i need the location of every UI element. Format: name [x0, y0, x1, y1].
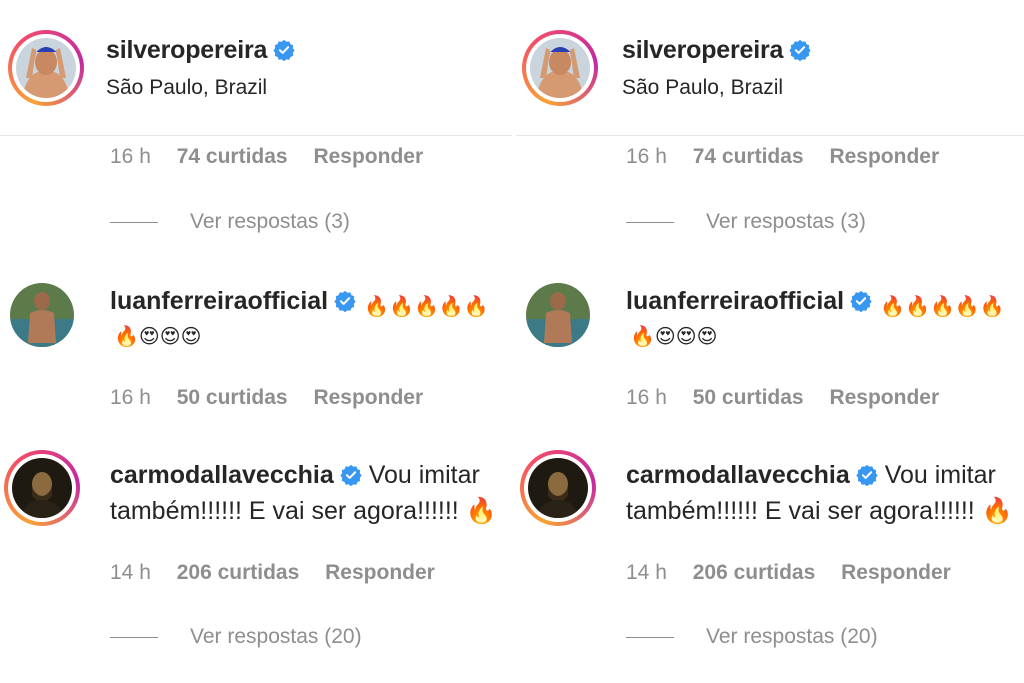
author-avatar[interactable]	[8, 30, 84, 106]
comment-meta: 16 h 50 curtidas Responder	[110, 386, 443, 410]
reply-button[interactable]: Responder	[829, 386, 939, 409]
author-username[interactable]: silveropereira	[106, 36, 295, 65]
commenter-avatar[interactable]	[4, 450, 80, 526]
screenshot-panel-left: silveropereira São Paulo, Brazil 16 h 74…	[0, 0, 512, 683]
replies-divider	[626, 636, 674, 638]
view-replies-button[interactable]: Ver respostas (3)	[626, 210, 866, 234]
comment-time: 16 h	[626, 145, 667, 168]
comment-likes[interactable]: 206 curtidas	[177, 561, 300, 584]
comment-meta: 16 h 50 curtidas Responder	[626, 386, 959, 410]
author-avatar[interactable]	[522, 30, 598, 106]
comment-time: 16 h	[110, 386, 151, 409]
comment-meta: 14 h 206 curtidas Responder	[626, 561, 971, 585]
replies-divider	[626, 221, 674, 223]
verified-badge-icon	[789, 39, 811, 61]
replies-divider	[110, 221, 158, 223]
author-username[interactable]: silveropereira	[622, 36, 811, 65]
comment-time: 16 h	[626, 386, 667, 409]
post-location[interactable]: São Paulo, Brazil	[622, 76, 783, 100]
comment-likes[interactable]: 50 curtidas	[177, 386, 288, 409]
comment-time: 14 h	[110, 561, 151, 584]
post-header: silveropereira São Paulo, Brazil	[0, 0, 512, 136]
commenter-username[interactable]: carmodallavecchia	[626, 461, 850, 489]
reply-button[interactable]: Responder	[313, 145, 423, 168]
comment-text: Vou imitar	[884, 461, 996, 489]
fire-icon: 🔥🔥🔥🔥🔥	[364, 296, 489, 318]
comment-text: Vou imitar	[368, 461, 480, 489]
comment-emojis: 🔥😍😍😍	[630, 326, 718, 348]
fire-icon: 🔥🔥🔥🔥🔥	[880, 296, 1005, 318]
commenter-username[interactable]: luanferreiraofficial	[110, 287, 328, 315]
comment-meta: 16 h 74 curtidas Responder	[626, 145, 959, 169]
comment-emojis: 🔥😍😍😍	[114, 326, 202, 348]
replies-divider	[110, 636, 158, 638]
view-replies-button[interactable]: Ver respostas (20)	[626, 625, 878, 649]
comment-meta: 16 h 74 curtidas Responder	[110, 145, 443, 169]
comment-likes[interactable]: 74 curtidas	[177, 145, 288, 168]
comment-time: 16 h	[110, 145, 151, 168]
comment-text: também!!!!!! E vai ser agora!!!!!! 🔥	[110, 497, 497, 525]
reply-button[interactable]: Responder	[829, 145, 939, 168]
comment-time: 14 h	[626, 561, 667, 584]
comment-body: carmodallavecchia Vou imitar	[110, 461, 480, 490]
verified-badge-icon	[850, 290, 872, 312]
verified-badge-icon	[334, 290, 356, 312]
view-replies-button[interactable]: Ver respostas (20)	[110, 625, 362, 649]
reply-button[interactable]: Responder	[841, 561, 951, 584]
commenter-avatar[interactable]	[10, 283, 74, 347]
commenter-avatar[interactable]	[526, 283, 590, 347]
verified-badge-icon	[340, 464, 362, 486]
commenter-avatar[interactable]	[520, 450, 596, 526]
verified-badge-icon	[856, 464, 878, 486]
post-location[interactable]: São Paulo, Brazil	[106, 76, 267, 100]
comment-body: luanferreiraofficial 🔥🔥🔥🔥🔥	[110, 287, 489, 319]
reply-button[interactable]: Responder	[313, 386, 423, 409]
comment-likes[interactable]: 206 curtidas	[693, 561, 816, 584]
verified-badge-icon	[273, 39, 295, 61]
comment-text: também!!!!!! E vai ser agora!!!!!! 🔥	[626, 497, 1013, 525]
comment-likes[interactable]: 74 curtidas	[693, 145, 804, 168]
comment-body: carmodallavecchia Vou imitar	[626, 461, 996, 490]
post-header: silveropereira São Paulo, Brazil	[516, 0, 1024, 136]
comment-meta: 14 h 206 curtidas Responder	[110, 561, 455, 585]
comment-body: luanferreiraofficial 🔥🔥🔥🔥🔥	[626, 287, 1005, 319]
commenter-username[interactable]: luanferreiraofficial	[626, 287, 844, 315]
view-replies-button[interactable]: Ver respostas (3)	[110, 210, 350, 234]
commenter-username[interactable]: carmodallavecchia	[110, 461, 334, 489]
reply-button[interactable]: Responder	[325, 561, 435, 584]
comment-likes[interactable]: 50 curtidas	[693, 386, 804, 409]
screenshot-panel-right: silveropereira São Paulo, Brazil 16 h 74…	[516, 0, 1024, 683]
